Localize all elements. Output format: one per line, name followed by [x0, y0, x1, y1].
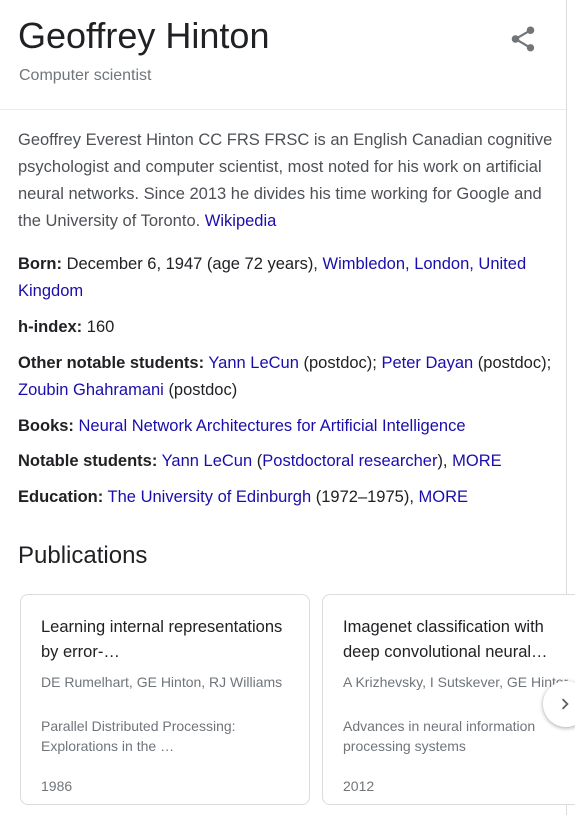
- student-link-peter-dayan[interactable]: Peter Dayan: [381, 354, 473, 372]
- description-text: Geoffrey Everest Hinton CC FRS FRSC is a…: [18, 131, 553, 230]
- publication-title: Learning internal representations by err…: [41, 618, 283, 661]
- publication-authors: DE Rumelhart, GE Hinton, RJ Williams: [41, 674, 283, 690]
- share-icon: [511, 26, 535, 52]
- header-divider: [0, 109, 566, 110]
- publication-year: 1986: [41, 778, 73, 794]
- share-button[interactable]: [508, 24, 538, 54]
- fact-label: Other notable students:: [18, 354, 205, 372]
- publication-card[interactable]: Learning internal representations by err…: [20, 594, 310, 805]
- page-subtitle: Computer scientist: [19, 67, 152, 84]
- publication-year: 2012: [343, 778, 375, 794]
- education-years: (1972–1975),: [315, 488, 414, 506]
- school-link[interactable]: The University of Edinburgh: [108, 488, 312, 506]
- publication-venue: Parallel Distributed Processing: Explora…: [41, 718, 236, 754]
- more-students-link[interactable]: MORE: [452, 452, 502, 470]
- publication-authors: A Krizhevsky, I Sutskever, GE Hinton: [343, 674, 568, 690]
- description: Geoffrey Everest Hinton CC FRS FRSC is a…: [18, 127, 553, 235]
- publication-title: Imagenet classification with deep convol…: [343, 618, 548, 661]
- page-title: Geoffrey Hinton: [18, 15, 270, 56]
- fact-education: Education: The University of Edinburgh (…: [18, 484, 558, 511]
- student-role: (postdoc);: [303, 354, 377, 372]
- fact-label: h-index:: [18, 318, 83, 336]
- publication-venue: Advances in neural information processin…: [343, 718, 536, 754]
- fact-h-index: h-index: 160: [18, 314, 558, 341]
- fact-value: 160: [86, 318, 115, 336]
- fact-label: Born:: [18, 255, 62, 273]
- publications-heading: Publications: [18, 542, 148, 569]
- knowledge-panel: Geoffrey Hinton Computer scientist Geoff…: [0, 0, 575, 815]
- student-link-yann-lecun[interactable]: Yann LeCun: [162, 452, 253, 470]
- fact-notable-students: Notable students: Yann LeCun (Postdoctor…: [18, 448, 558, 475]
- student-link-yann-lecun[interactable]: Yann LeCun: [208, 354, 299, 372]
- fact-label: Books:: [18, 417, 74, 435]
- chevron-right-icon: [561, 698, 569, 710]
- publication-card[interactable]: Imagenet classification with deep convol…: [322, 594, 575, 805]
- fact-value: December 6, 1947 (age 72 years),: [66, 255, 318, 273]
- fact-label: Education:: [18, 488, 104, 506]
- wikipedia-link[interactable]: Wikipedia: [205, 212, 277, 230]
- fact-other-students: Other notable students: Yann LeCun (post…: [18, 350, 558, 404]
- student-role: (postdoc);: [477, 354, 552, 372]
- paren: ),: [437, 452, 448, 470]
- student-role: (postdoc): [168, 381, 238, 399]
- fact-label: Notable students:: [18, 452, 158, 470]
- student-link-zoubin-ghahramani[interactable]: Zoubin Ghahramani: [18, 381, 164, 399]
- book-link[interactable]: Neural Network Architectures for Artific…: [79, 417, 466, 435]
- more-education-link[interactable]: MORE: [419, 488, 469, 506]
- role-link[interactable]: Postdoctoral researcher: [262, 452, 437, 470]
- fact-books: Books: Neural Network Architectures for …: [18, 413, 558, 440]
- fact-born: Born: December 6, 1947 (age 72 years), W…: [18, 251, 558, 305]
